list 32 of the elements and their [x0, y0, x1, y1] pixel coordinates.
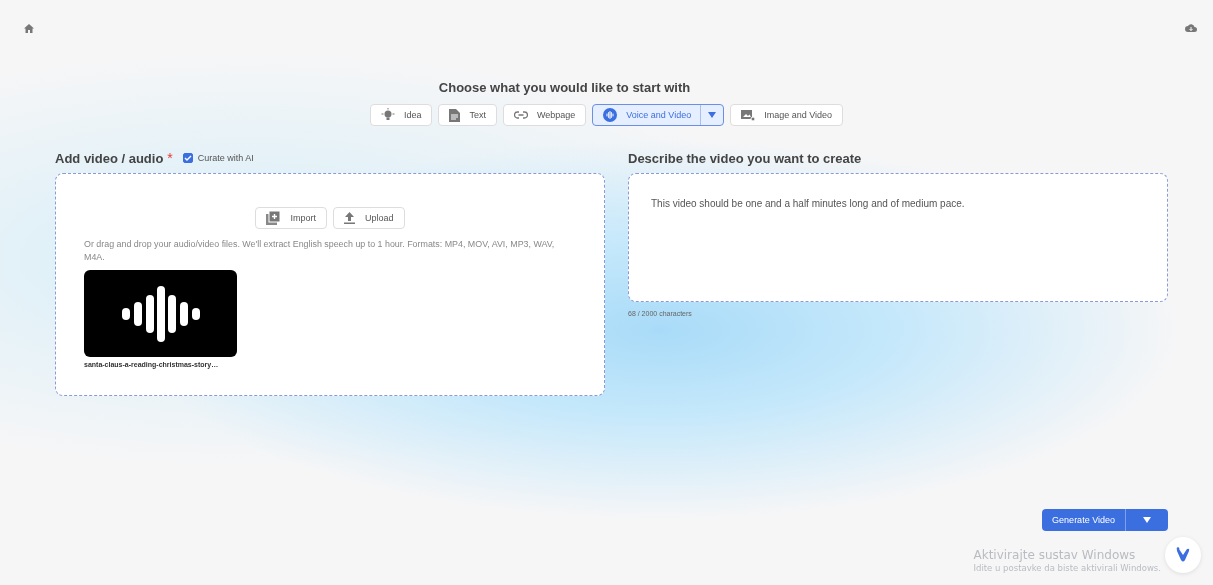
- caret-icon: [1143, 517, 1151, 523]
- upload-hint: Or drag and drop your audio/video files. We'll extract English speech up to 1 hour. Formats: MP4, MOV, AVI, MP3, WAV, M4A.: [84, 238, 556, 264]
- assistant-button[interactable]: [1165, 537, 1201, 573]
- upload-icon: [344, 212, 355, 224]
- link-icon: [513, 111, 528, 119]
- home-icon[interactable]: [24, 23, 34, 33]
- audio-thumbnail[interactable]: [84, 270, 237, 357]
- caret-icon: [708, 112, 717, 118]
- section-heading: Choose what you would like to start with: [438, 80, 691, 95]
- panel-title: Describe the video you want to create: [628, 150, 862, 166]
- import-button[interactable]: Import: [255, 207, 327, 229]
- soundwave-icon: [121, 285, 200, 342]
- start-option-tab[interactable]: Webpage: [502, 104, 587, 126]
- soundwave-icon: [603, 108, 618, 122]
- curate-checkbox[interactable]: Curate with AI: [182, 153, 254, 163]
- panel-title: Add video / audio: [55, 150, 164, 166]
- lightbulb-icon: [380, 108, 395, 122]
- start-option-tab[interactable]: Text: [438, 104, 497, 126]
- document-icon: [449, 108, 461, 122]
- start-option-tab[interactable]: Idea: [369, 104, 433, 126]
- upload-button[interactable]: Upload: [333, 207, 405, 229]
- add-media-icon: [266, 211, 281, 225]
- required-mark: *: [167, 150, 173, 166]
- assistant-logo-icon: [1175, 547, 1191, 563]
- checkmark-icon: [183, 155, 192, 161]
- start-option-tab[interactable]: Voice and Video: [592, 104, 725, 126]
- cloud-icon[interactable]: [1185, 24, 1197, 32]
- start-option-tab[interactable]: Image and Video: [730, 104, 844, 126]
- activation-notice-title: Aktivirajte sustav Windows: [973, 548, 1137, 563]
- generate-video-button[interactable]: Generate Video: [1042, 509, 1168, 531]
- image-icon: [741, 109, 756, 121]
- description-field[interactable]: This video should be one and a half minutes long and of medium pace.: [628, 173, 1168, 302]
